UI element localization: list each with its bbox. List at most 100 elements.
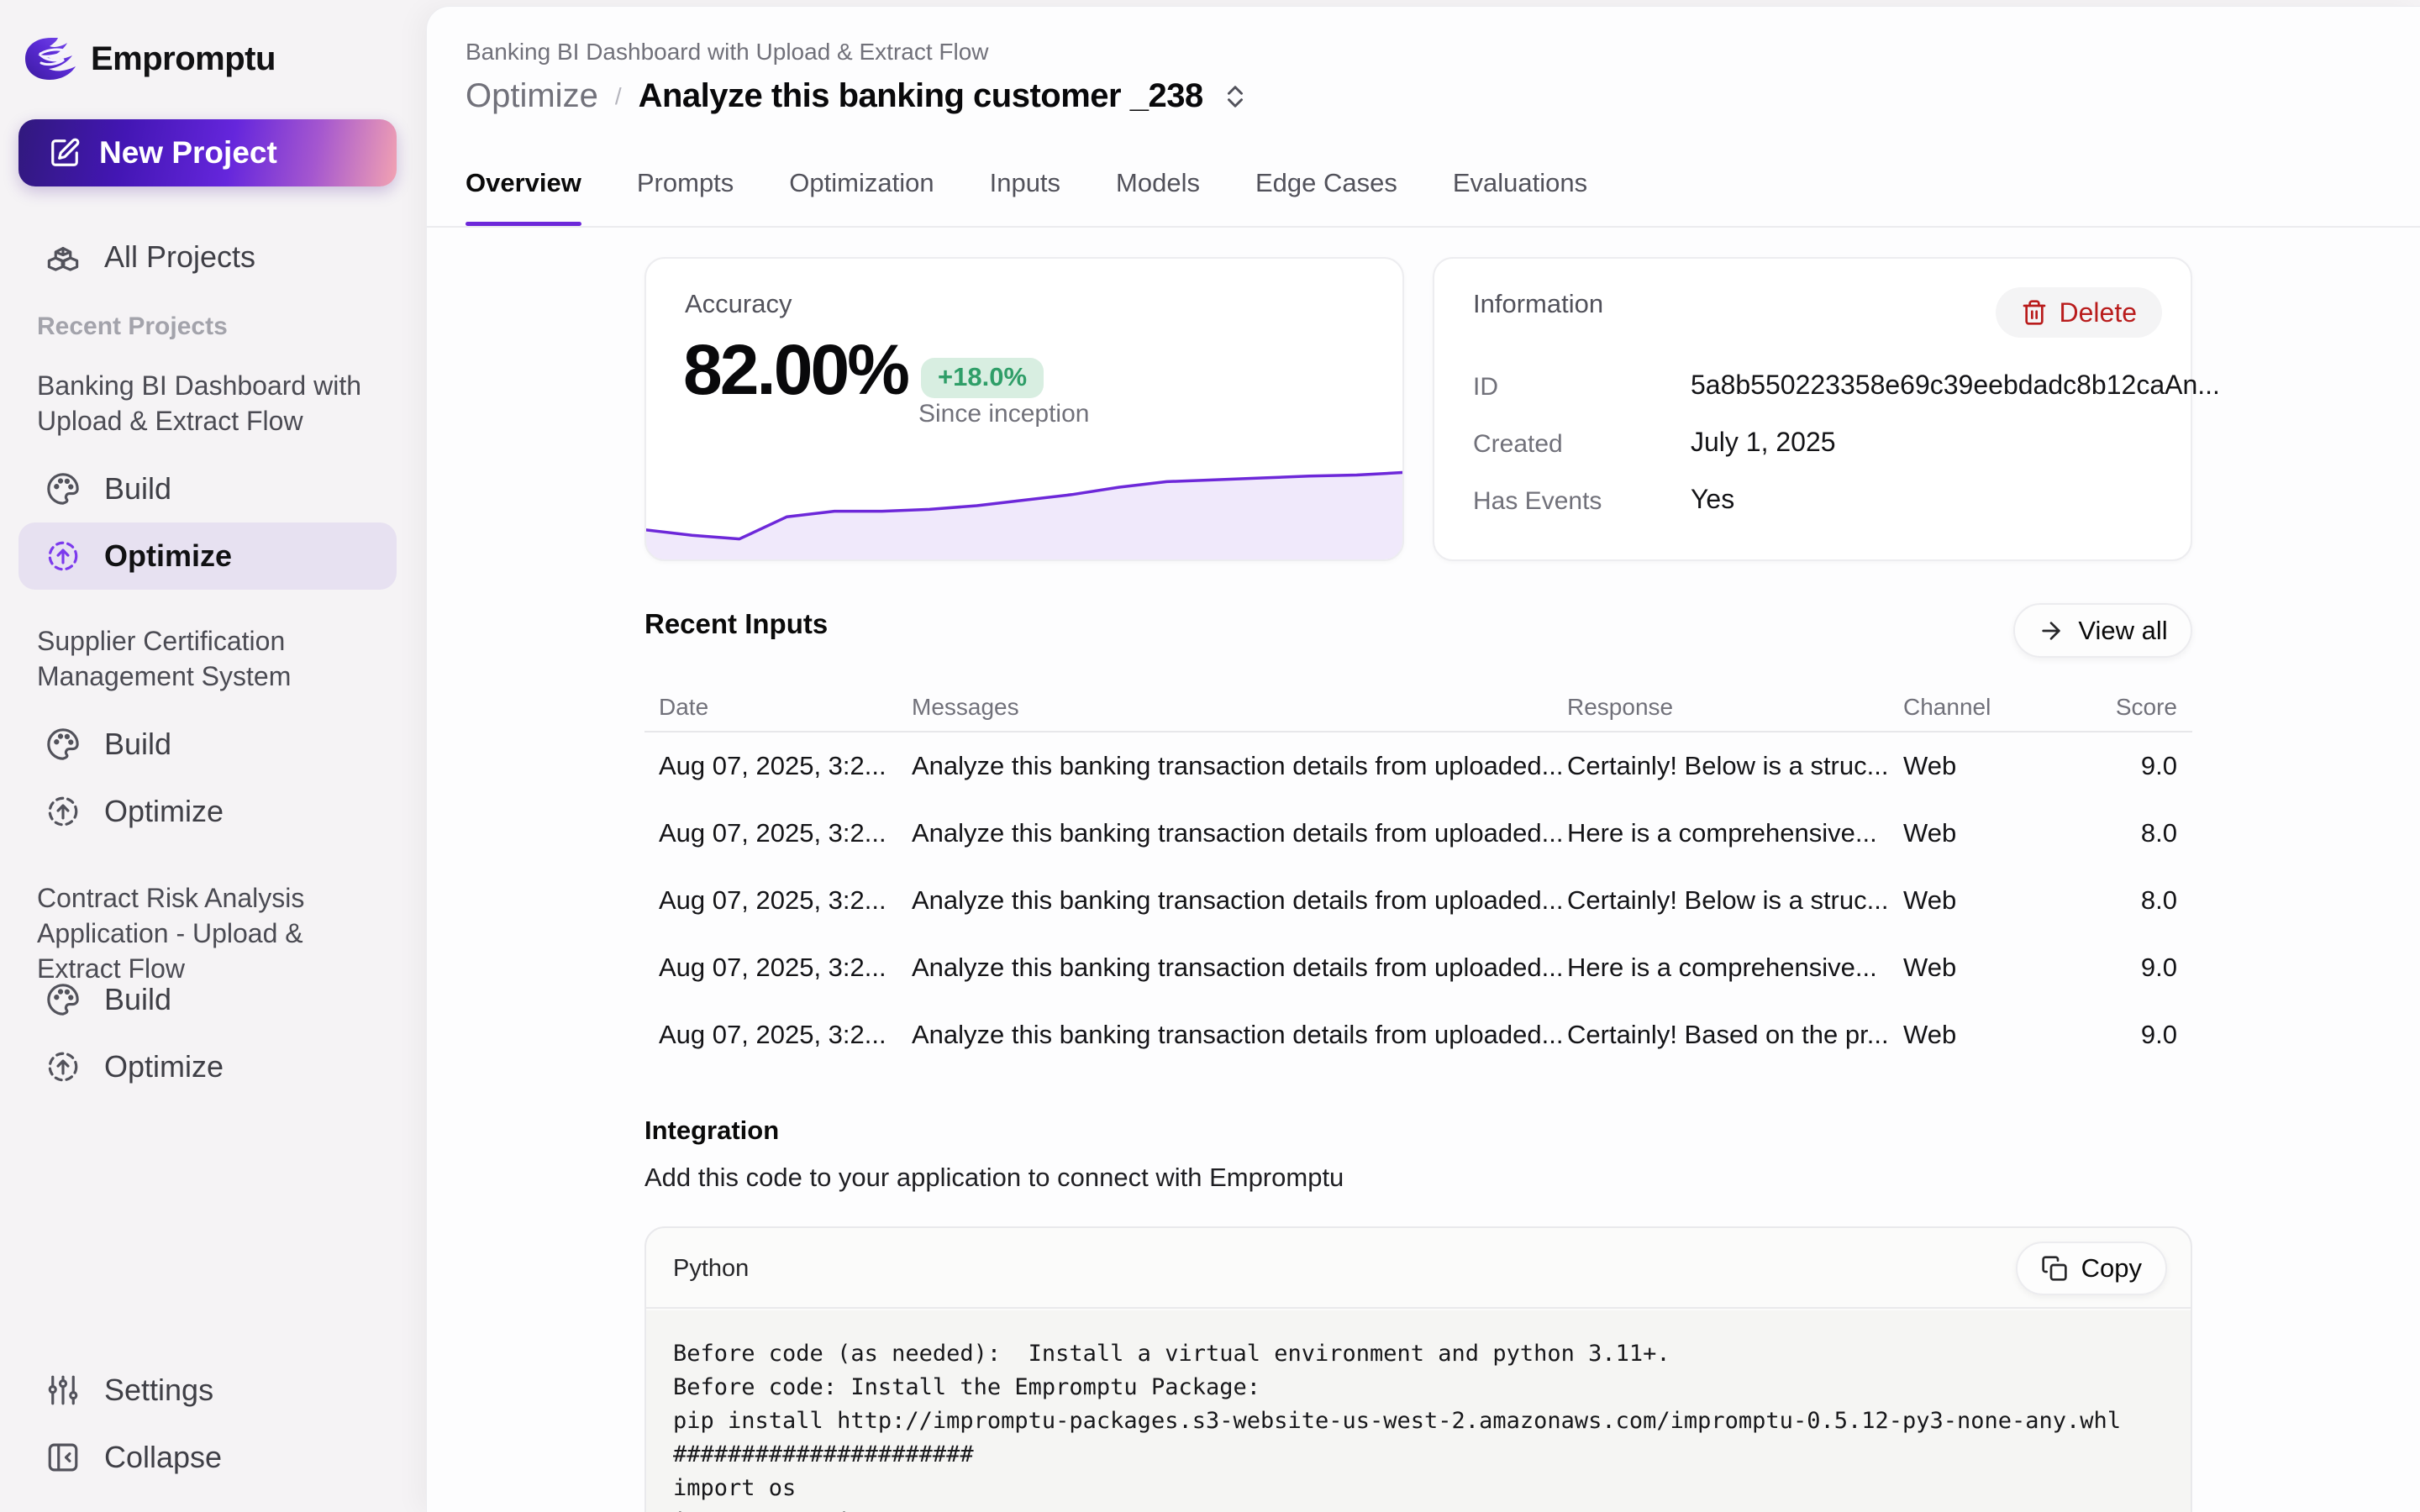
tab-models[interactable]: Models (1116, 158, 1200, 226)
sidebar-item-build[interactable]: Build (18, 711, 397, 778)
sidebar-item-optimize[interactable]: Optimize (18, 1033, 397, 1100)
sidebar-item-build[interactable]: Build (18, 455, 397, 522)
table-row[interactable]: Aug 07, 2025, 3:2...Analyze this banking… (644, 1001, 2192, 1068)
info-value: Yes (1691, 484, 1734, 515)
sidebar-item-label: Build (104, 471, 171, 507)
accuracy-card: Accuracy 82.00% +18.0% Since inception (644, 257, 1404, 561)
table-row[interactable]: Aug 07, 2025, 3:2...Analyze this banking… (644, 934, 2192, 1001)
cell-score: 9.0 (2076, 953, 2177, 983)
cell-channel: Web (1903, 818, 2076, 848)
palette-icon (45, 982, 81, 1017)
breadcrumb-section[interactable]: Optimize (466, 77, 598, 115)
brand: Empromptu (24, 37, 276, 81)
info-label: Created (1473, 430, 1563, 459)
code-line: pip install http://impromptu-packages.s3… (673, 1404, 2191, 1438)
app-title: Empromptu (91, 40, 276, 78)
delete-label: Delete (2060, 297, 2138, 328)
info-row-has-events: Has Events Yes (1473, 475, 2157, 533)
cell-date: Aug 07, 2025, 3:2... (659, 751, 912, 781)
sidebar-item-label: Build (104, 727, 171, 762)
sidebar-item-settings[interactable]: Settings (18, 1357, 397, 1423)
boxes-icon (45, 239, 81, 275)
recent-projects-heading: Recent Projects (37, 312, 228, 341)
sidebar: Empromptu New Project All Projects Recen… (0, 0, 426, 1512)
cell-channel: Web (1903, 751, 2076, 781)
tab-optimization[interactable]: Optimization (789, 158, 934, 226)
trash-icon (2021, 299, 2048, 326)
tab-prompts[interactable]: Prompts (637, 158, 734, 226)
sliders-icon (45, 1373, 81, 1408)
cell-messages: Analyze this banking transaction details… (912, 885, 1567, 916)
project-name[interactable]: Supplier Certification Management System (37, 623, 390, 694)
table-body: Aug 07, 2025, 3:2...Analyze this banking… (644, 732, 2192, 1068)
copy-button[interactable]: Copy (2016, 1242, 2167, 1295)
cell-response: Certainly! Below is a struc... (1567, 885, 1903, 916)
accuracy-delta-caption: Since inception (918, 400, 1089, 428)
table-row[interactable]: Aug 07, 2025, 3:2...Analyze this banking… (644, 800, 2192, 867)
sidebar-item-optimize[interactable]: Optimize (18, 778, 397, 845)
optimize-icon (45, 1049, 81, 1084)
info-value: 5a8b550223358e69c39eebdadc8b12caAn... (1691, 370, 2220, 401)
tab-evaluations[interactable]: Evaluations (1453, 158, 1587, 226)
column-header-messages: Messages (912, 694, 1567, 721)
arrow-right-icon (2038, 617, 2065, 644)
cell-response: Certainly! Below is a struc... (1567, 751, 1903, 781)
sidebar-item-build[interactable]: Build (18, 966, 397, 1033)
recent-inputs-heading: Recent Inputs (644, 608, 828, 640)
accuracy-value: 82.00% (683, 329, 908, 411)
all-projects-label: All Projects (104, 239, 255, 275)
square-pen-icon (49, 137, 81, 169)
cell-messages: Analyze this banking transaction details… (912, 1020, 1567, 1050)
code-line: Before code (as needed): Install a virtu… (673, 1337, 2191, 1371)
view-all-label: View all (2078, 616, 2167, 646)
sidebar-collapse-button[interactable]: Collapse (18, 1425, 397, 1490)
cell-date: Aug 07, 2025, 3:2... (659, 1020, 912, 1050)
accuracy-sparkline-chart (644, 450, 1404, 561)
information-rows: ID5a8b550223358e69c39eebdadc8b12caAn...C… (1473, 361, 2157, 533)
accuracy-delta-badge: +18.0% (921, 358, 1044, 398)
panel-collapse-icon (45, 1440, 81, 1475)
sidebar-item-label: Optimize (104, 794, 224, 829)
accuracy-label: Accuracy (685, 289, 792, 319)
code-block[interactable]: Before code (as needed): Install a virtu… (646, 1310, 2191, 1512)
cell-score: 8.0 (2076, 885, 2177, 916)
column-header-channel: Channel (1903, 694, 2076, 721)
main-panel: Banking BI Dashboard with Upload & Extra… (426, 6, 2420, 1512)
settings-label: Settings (104, 1373, 213, 1408)
project-name[interactable]: Banking BI Dashboard with Upload & Extra… (37, 368, 390, 438)
integration-code-card: Python Copy Before code (as needed): Ins… (644, 1226, 2192, 1512)
information-card: Information Delete ID5a8b550223358e69c39… (1433, 257, 2192, 561)
cell-date: Aug 07, 2025, 3:2... (659, 885, 912, 916)
new-project-button[interactable]: New Project (18, 119, 397, 186)
info-label: ID (1473, 373, 1498, 402)
tab-overview[interactable]: Overview (466, 158, 581, 226)
cell-response: Here is a comprehensive... (1567, 818, 1903, 848)
chevrons-up-down-icon[interactable] (1220, 81, 1250, 112)
code-lines: Before code (as needed): Install a virtu… (673, 1337, 2191, 1512)
cell-messages: Analyze this banking transaction details… (912, 953, 1567, 983)
column-header-response: Response (1567, 694, 1903, 721)
table-row[interactable]: Aug 07, 2025, 3:2...Analyze this banking… (644, 732, 2192, 800)
cell-messages: Analyze this banking transaction details… (912, 818, 1567, 848)
cell-date: Aug 07, 2025, 3:2... (659, 953, 912, 983)
sidebar-item-label: Build (104, 982, 171, 1017)
cell-response: Certainly! Based on the pr... (1567, 1020, 1903, 1050)
tab-edge-cases[interactable]: Edge Cases (1255, 158, 1397, 226)
code-card-header: Python Copy (646, 1228, 2191, 1309)
table-row[interactable]: Aug 07, 2025, 3:2...Analyze this banking… (644, 867, 2192, 934)
tab-inputs[interactable]: Inputs (990, 158, 1060, 226)
new-project-label: New Project (99, 135, 277, 171)
info-row-created: Created July 1, 2025 (1473, 418, 2157, 475)
code-language-label: Python (673, 1255, 749, 1283)
cell-messages: Analyze this banking transaction details… (912, 751, 1567, 781)
info-label: Has Events (1473, 487, 1602, 516)
optimize-icon (45, 794, 81, 829)
view-all-button[interactable]: View all (2013, 603, 2192, 658)
sidebar-item-all-projects[interactable]: All Projects (18, 223, 397, 291)
sidebar-item-optimize[interactable]: Optimize (18, 522, 397, 590)
palette-icon (45, 471, 81, 507)
info-value: July 1, 2025 (1691, 427, 1836, 458)
cell-response: Here is a comprehensive... (1567, 953, 1903, 983)
delete-button[interactable]: Delete (1996, 287, 2163, 338)
cell-date: Aug 07, 2025, 3:2... (659, 818, 912, 848)
